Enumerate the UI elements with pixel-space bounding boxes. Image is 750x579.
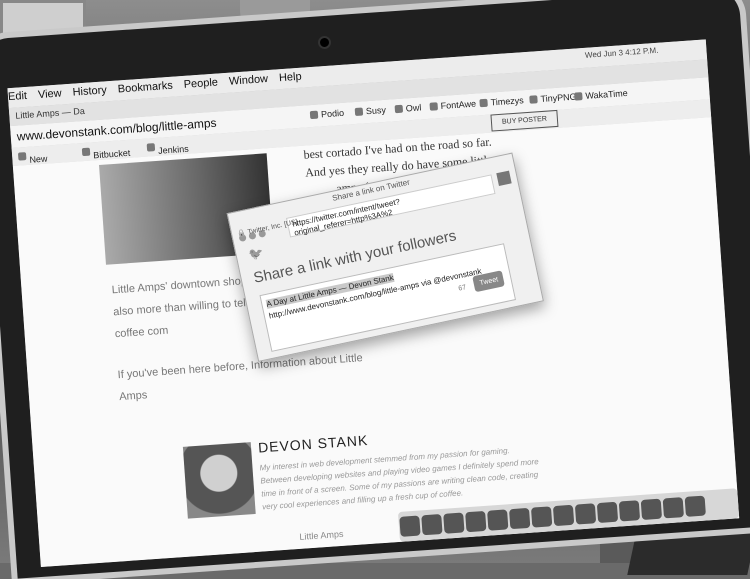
buy-poster-button[interactable]: BUY POSTER — [490, 109, 559, 132]
menubar-clock: Wed Jun 3 4:12 P.M. — [584, 45, 659, 60]
menu-help[interactable]: Help — [279, 71, 302, 85]
dock-app-icon[interactable] — [399, 515, 421, 537]
dock-app-icon[interactable] — [640, 498, 663, 520]
tab-little-amps[interactable]: Little Amps — Da — [15, 106, 85, 121]
wakatime-icon — [574, 92, 583, 101]
dock-app-icon[interactable] — [421, 513, 443, 536]
author-bio: My interest in web development stemmed f… — [259, 446, 539, 512]
susy-icon — [354, 107, 364, 117]
new-relic-icon — [17, 152, 27, 161]
dock-app-icon[interactable] — [618, 500, 641, 522]
blog-paragraph-2: If you've been here before, Information … — [117, 352, 364, 404]
dock-app-icon[interactable] — [465, 510, 487, 533]
bookmark-wakatime[interactable]: WakaTime — [574, 88, 628, 102]
dock-app-icon[interactable] — [530, 506, 553, 528]
tinypng-icon — [529, 95, 538, 104]
fontawesome-icon — [429, 102, 439, 111]
dock-app-icon[interactable] — [684, 495, 706, 517]
dock-app-icon[interactable] — [443, 512, 465, 534]
bookmark-bitbucket[interactable]: Bitbucket — [81, 146, 131, 160]
bookmark-owl[interactable]: Owl — [394, 102, 422, 114]
menu-people[interactable]: People — [183, 77, 218, 91]
dock-app-icon[interactable] — [574, 503, 597, 525]
menu-view[interactable]: View — [38, 87, 62, 101]
menu-bookmarks[interactable]: Bookmarks — [117, 80, 173, 96]
bitbucket-icon — [81, 147, 91, 157]
author-name: DEVON STANK — [257, 431, 369, 456]
timezys-icon — [479, 98, 488, 108]
bookmark-jenkins[interactable]: Jenkins — [146, 142, 189, 156]
dock-app-icon[interactable] — [596, 501, 619, 524]
dock-app-icon[interactable] — [509, 507, 531, 530]
dock-app-icon[interactable] — [662, 497, 684, 519]
bookmark-tinypng[interactable]: TinyPNG — [529, 92, 577, 105]
twitter-bird-icon: 🐦 — [247, 245, 266, 263]
footer-link[interactable]: Little Amps — [299, 529, 344, 542]
menu-edit[interactable]: Edit — [8, 90, 28, 103]
owl-icon — [394, 104, 404, 114]
laptop-screen: Edit View History Bookmarks People Windo… — [7, 39, 740, 568]
bookmark-fontawe[interactable]: FontAwe — [429, 99, 476, 112]
bookmark-new-relic[interactable]: New Relic — [17, 151, 50, 175]
bookmark-susy[interactable]: Susy — [354, 105, 386, 117]
dock-app-icon[interactable] — [487, 509, 509, 531]
menu-window[interactable]: Window — [229, 73, 269, 88]
podio-icon — [309, 110, 319, 120]
menu-history[interactable]: History — [72, 84, 107, 98]
bookmark-timezys[interactable]: Timezys — [479, 95, 524, 108]
jenkins-icon — [146, 143, 156, 152]
laptop-bezel: Edit View History Bookmarks People Windo… — [0, 0, 750, 579]
bookmark-podio[interactable]: Podio — [309, 108, 344, 120]
webcam — [317, 35, 332, 50]
dock-app-icon[interactable] — [552, 504, 575, 527]
user-avatar-icon[interactable] — [496, 170, 512, 187]
author-avatar — [182, 442, 256, 519]
